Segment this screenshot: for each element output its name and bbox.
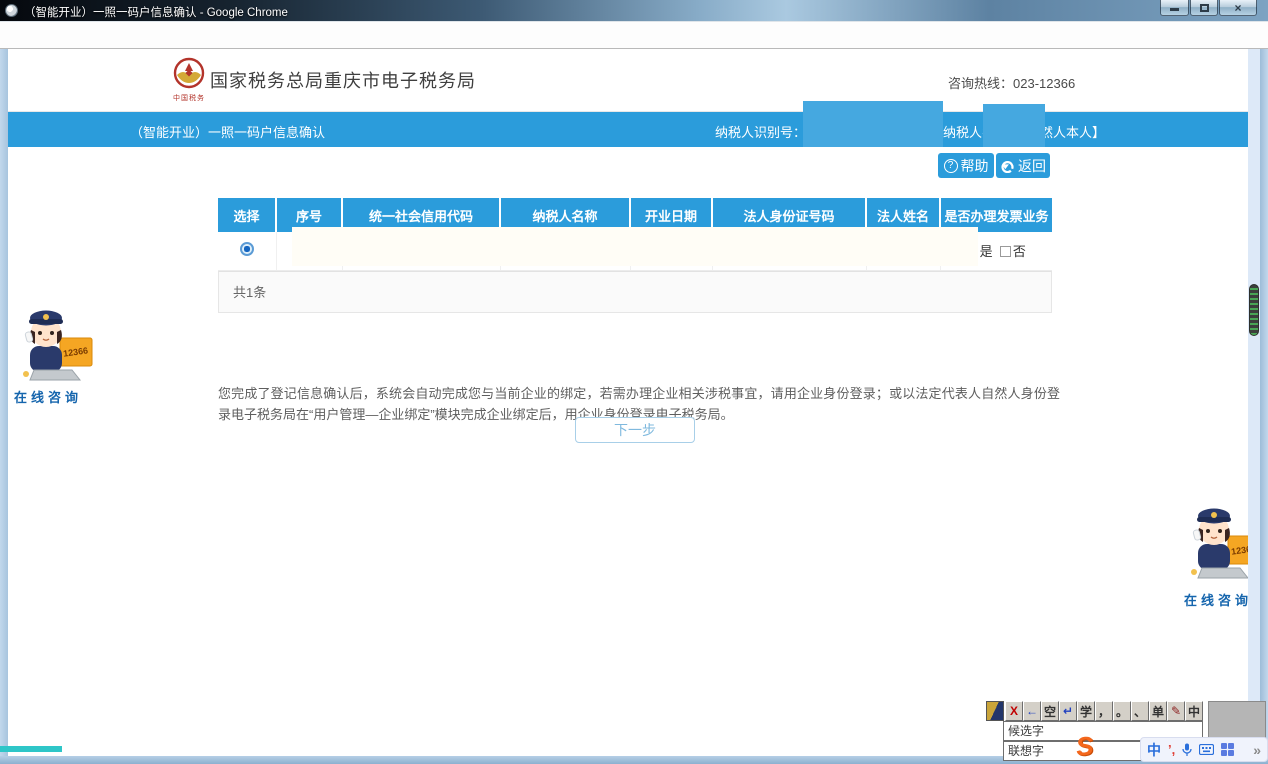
sogou-language-toggle[interactable]: 中 — [1147, 740, 1161, 760]
sogou-more-chevron[interactable]: » — [1253, 742, 1261, 758]
close-icon: × — [1234, 3, 1241, 13]
invoice-yes-label: 是 — [980, 244, 993, 259]
page-content: 中国税务 国家税务总局重庆市电子税务局 咨询热线：023-12366 （智能开业… — [8, 49, 1248, 756]
invoice-no-label: 否 — [1013, 244, 1026, 259]
maximize-button[interactable] — [1190, 0, 1218, 16]
online-service-caption-right[interactable]: 在线咨询 — [1184, 590, 1248, 609]
table-footer: 共1条 — [218, 271, 1052, 313]
ime-button[interactable]: 、 — [1131, 701, 1149, 721]
minimize-button[interactable] — [1160, 0, 1189, 16]
vertical-scrollbar[interactable] — [1248, 49, 1260, 756]
ime-button[interactable]: ✎ — [1167, 701, 1185, 721]
question-circle-icon: ? — [944, 159, 958, 173]
window-titlebar[interactable]: （智能开业）一照一码户信息确认 - Google Chrome × — [0, 0, 1268, 21]
window-border-left — [0, 49, 8, 756]
help-label: 帮助 — [961, 156, 989, 176]
mascot-illustration: 12366 — [1178, 498, 1248, 586]
table-header-cell: 选择 — [218, 198, 276, 232]
redaction-box-taxpayer-id — [803, 101, 943, 147]
taxpayer-table: 选择序号统一社会信用代码纳税人名称开业日期法人身份证号码法人姓名是否办理发票业务… — [218, 198, 1052, 313]
ime-button[interactable]: 空 — [1041, 701, 1059, 721]
next-step-label: 下一步 — [614, 420, 656, 440]
close-button[interactable]: × — [1219, 0, 1257, 16]
hotline-text: 咨询热线：023-12366 — [948, 73, 1075, 92]
invoice-no-checkbox[interactable] — [1000, 246, 1011, 257]
site-header: 中国税务 国家税务总局重庆市电子税务局 咨询热线：023-12366 — [8, 49, 1248, 112]
tab-favicon-icon — [5, 4, 18, 17]
tax-bureau-logo-icon: 中国税务 — [170, 57, 208, 103]
ime-button[interactable]: 。 — [1113, 701, 1131, 721]
address-bar[interactable]: etax.chongqing.chinatax.gov.cn:6001/swor… — [0, 21, 1268, 49]
online-service-mascot-right[interactable]: 12366 — [1178, 498, 1248, 591]
ime-button[interactable]: 中 — [1185, 701, 1203, 721]
select-cell[interactable] — [218, 232, 276, 270]
mascot-illustration: 12366 — [10, 308, 102, 386]
redaction-box-row-data — [292, 227, 978, 266]
next-step-button[interactable]: 下一步 — [575, 417, 695, 443]
taxpayer-id-label: 纳税人识别号： — [715, 122, 806, 141]
navbar-page-title: （智能开业）一照一码户信息确认 — [130, 122, 325, 141]
ime-button[interactable]: ← — [1023, 701, 1041, 721]
sogou-apps-grid-icon[interactable] — [1221, 743, 1234, 756]
window-border-right — [1260, 49, 1268, 756]
help-button[interactable]: ? 帮助 — [938, 153, 994, 178]
ime-button[interactable]: ， — [1095, 701, 1113, 721]
undo-arrow-icon — [1000, 159, 1015, 173]
sogou-toolbar: 中 ’, » — [1140, 737, 1268, 762]
sogou-punctuation-toggle[interactable]: ’, — [1168, 742, 1175, 757]
sogou-logo-icon[interactable]: S — [1074, 730, 1094, 763]
ime-button[interactable]: 单 — [1149, 701, 1167, 721]
window-title: （智能开业）一照一码户信息确认 - Google Chrome — [24, 4, 288, 20]
scrollbar-thumb[interactable] — [1249, 284, 1259, 336]
back-label: 返回 — [1018, 156, 1046, 176]
microphone-icon[interactable] — [1182, 743, 1192, 757]
online-service-mascot-left[interactable]: 12366 — [10, 308, 102, 391]
keyboard-icon[interactable] — [1199, 744, 1214, 755]
online-service-caption-left[interactable]: 在线咨询 — [14, 387, 82, 406]
bottom-left-accent-strip — [0, 746, 62, 752]
ime-logo-icon[interactable] — [986, 701, 1004, 721]
minimize-icon — [1170, 8, 1179, 11]
total-count: 共1条 — [233, 282, 266, 301]
ime-button-row: X←空↵学，。、单✎中 — [1005, 701, 1203, 721]
svg-text:中国税务: 中国税务 — [173, 93, 205, 102]
redaction-box-taxpayer-name — [983, 104, 1045, 147]
back-button[interactable]: 返回 — [996, 153, 1050, 178]
ime-button[interactable]: ↵ — [1059, 701, 1077, 721]
ime-button[interactable]: X — [1005, 701, 1023, 721]
ime-button[interactable]: 学 — [1077, 701, 1095, 721]
site-title: 国家税务总局重庆市电子税务局 — [210, 67, 476, 93]
row-radio-selected[interactable] — [240, 242, 254, 256]
maximize-icon — [1200, 4, 1209, 12]
